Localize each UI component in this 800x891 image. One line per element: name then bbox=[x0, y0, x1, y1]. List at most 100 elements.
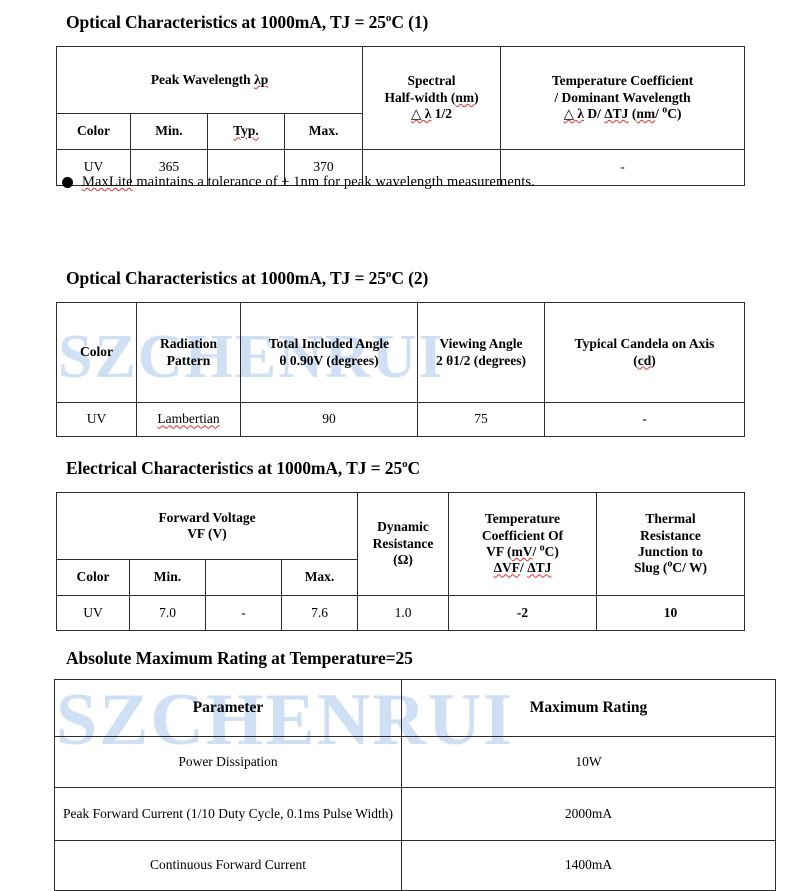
header-forward-voltage-line2: VF (V) bbox=[187, 526, 227, 541]
header-thermal-resistance: Thermal Resistance Junction to Slug (oC/… bbox=[596, 492, 745, 596]
header-tempcoef-delta-lambda: △ λ bbox=[563, 106, 584, 122]
cell-min: 7.0 bbox=[129, 595, 206, 631]
optical-characteristics-2-table: Color Radiation Pattern Total Included A… bbox=[56, 302, 745, 437]
header-candela-line1: Typical Candela on Axis bbox=[574, 336, 715, 352]
section-absolute-maximum-rating: Absolute Maximum Rating at Temperature=2… bbox=[66, 648, 413, 669]
cell-radiation-pattern: Lambertian bbox=[136, 402, 241, 437]
section-optical-characteristics-2: Optical Characteristics at 1000mA, TJ = … bbox=[66, 268, 428, 289]
electrical-characteristics-table: Forward Voltage VF (V) Dynamic Resistanc… bbox=[56, 492, 745, 631]
header-tempcoef-line4: ΔVF/ ΔTJ bbox=[452, 560, 593, 576]
header-spectral-line2: Half-width (nm) bbox=[384, 89, 479, 105]
header-total-included-angle: Total Included Angle θ 0.90V (degrees) bbox=[240, 302, 418, 403]
table-row-header: Parameter Maximum Rating bbox=[54, 679, 776, 737]
header-thermal-slug: Slug ( bbox=[633, 560, 668, 576]
header-dynamic-line1: Dynamic bbox=[377, 519, 429, 535]
section-optical-characteristics-1: Optical Characteristics at 1000mA, TJ = … bbox=[66, 12, 428, 33]
cell-color: UV bbox=[56, 402, 137, 437]
header-viewing-angle-line1: Viewing Angle bbox=[439, 336, 523, 352]
header-tempcoef-slash: / bbox=[532, 544, 540, 559]
header-tempcoef-c: C) bbox=[667, 106, 682, 122]
cell-parameter: Continuous Forward Current bbox=[54, 840, 402, 891]
header-parameter: Parameter bbox=[54, 679, 402, 737]
cell-thermal-resistance: 10 bbox=[596, 595, 745, 631]
header-peak-wavelength: Peak Wavelength λp bbox=[55, 46, 364, 114]
cell-tempcoef: - bbox=[500, 149, 746, 186]
bullet-icon bbox=[62, 177, 73, 188]
table-row: UV Lambertian 90 75 - bbox=[56, 402, 745, 437]
header-tempcoef-line2: / Dominant Wavelength bbox=[554, 89, 691, 105]
header-forward-voltage: Forward Voltage VF (V) bbox=[56, 492, 358, 560]
section-title-optical-1: Optical Characteristics at 1000mA, TJ = … bbox=[66, 12, 428, 33]
table-row: Power Dissipation 10W bbox=[54, 736, 776, 788]
section-title-optical-1-tail: C (1) bbox=[391, 12, 429, 32]
header-typ-label: Typ. bbox=[233, 123, 259, 139]
header-tempcoef-line2: Coefficient Of bbox=[481, 527, 564, 543]
section-title-absmax: Absolute Maximum Rating at Temperature=2… bbox=[66, 648, 413, 668]
header-color: Color bbox=[56, 559, 130, 596]
absolute-maximum-rating-table: Parameter Maximum Rating Power Dissipati… bbox=[54, 679, 776, 891]
header-spectral-line3: △ λ 1/2 bbox=[366, 106, 497, 122]
table-row: Continuous Forward Current 1400mA bbox=[54, 840, 776, 891]
header-color: Color bbox=[56, 113, 131, 150]
header-candela-line2: (cd) bbox=[633, 352, 656, 368]
header-dynamic-line2: Resistance bbox=[372, 535, 434, 551]
section-title-optical-2-text: Optical Characteristics at 1000mA, TJ = … bbox=[66, 268, 386, 288]
header-temperature-coefficient-vf: Temperature Coefficient Of VF (mV/ oC) Δ… bbox=[448, 492, 597, 596]
section-electrical-characteristics: Electrical Characteristics at 1000mA, TJ… bbox=[66, 458, 420, 479]
section-title-optical-1-text: Optical Characteristics at 1000mA, TJ = … bbox=[66, 12, 386, 32]
header-max: Max. bbox=[281, 559, 358, 596]
header-typ: Typ. bbox=[207, 113, 285, 150]
table-row: Peak Forward Current (1/10 Duty Cycle, 0… bbox=[54, 787, 776, 841]
section-title-optical-2: Optical Characteristics at 1000mA, TJ = … bbox=[66, 268, 428, 289]
header-dynamic-resistance: Dynamic Resistance (Ω) bbox=[357, 492, 449, 596]
header-peak-wavelength-label: Peak Wavelength bbox=[150, 71, 255, 87]
header-tempcoef-dtj: ΔTJ bbox=[604, 106, 629, 122]
header-viewing-angle-line2: 2 θ1/2 (degrees) bbox=[435, 352, 527, 368]
header-tempcoef-line1: Temperature bbox=[485, 511, 560, 527]
table-row-header-group: Forward Voltage VF (V) Dynamic Resistanc… bbox=[56, 492, 745, 596]
table-wrap-optical-2: Color Radiation Pattern Total Included A… bbox=[56, 302, 745, 437]
header-min: Min. bbox=[130, 113, 208, 150]
cell-rating: 1400mA bbox=[401, 840, 776, 891]
cell-viewing-angle: 75 bbox=[417, 402, 545, 437]
header-max: Max. bbox=[283, 113, 364, 150]
header-tempcoef-line3: △ λ D/ ΔTJ (nm/ oC) bbox=[504, 105, 741, 122]
cell-temperature-coefficient: -2 bbox=[448, 595, 597, 631]
header-peak-wavelength-symbol: λp bbox=[254, 71, 269, 87]
cell-dynamic-resistance: 1.0 bbox=[357, 595, 449, 631]
header-forward-voltage-line1: Forward Voltage bbox=[158, 509, 256, 525]
header-tempcoef-delta-vf: ΔVF bbox=[493, 560, 521, 576]
header-temperature-coefficient: Temperature Coefficient / Dominant Wavel… bbox=[500, 46, 746, 150]
table-wrap-optical-1: Peak Wavelength λp Spectral Half-width (… bbox=[55, 46, 746, 186]
header-tempcoef-line1: Temperature Coefficient bbox=[551, 73, 694, 89]
cell-max: 7.6 bbox=[281, 595, 358, 631]
table-wrap-electrical: Forward Voltage VF (V) Dynamic Resistanc… bbox=[56, 492, 745, 631]
note-tolerance: MaxLite maintains a tolerance of ± 1nm f… bbox=[62, 174, 535, 191]
header-tempcoef-line3: VF (mV/ oC) bbox=[452, 543, 593, 560]
header-typ bbox=[205, 559, 282, 596]
header-thermal-line2: Resistance bbox=[640, 527, 701, 543]
cell-radiation-pattern-text: Lambertian bbox=[157, 411, 220, 427]
header-maximum-rating: Maximum Rating bbox=[401, 679, 776, 737]
cell-rating: 2000mA bbox=[401, 787, 776, 841]
section-title-optical-2-tail: C (2) bbox=[391, 268, 429, 288]
header-total-angle-line2: θ 0.90V (degrees) bbox=[279, 352, 379, 368]
header-tempcoef-d: D/ bbox=[583, 106, 605, 122]
cell-candela: - bbox=[544, 402, 745, 437]
table-row-header-group: Peak Wavelength λp Spectral Half-width (… bbox=[55, 46, 746, 150]
header-tempcoef-c: C) bbox=[544, 544, 559, 559]
header-tempcoef-vf: VF ( bbox=[486, 544, 512, 559]
section-title-electrical-tail: C bbox=[407, 458, 421, 478]
section-title-electrical: Electrical Characteristics at 1000mA, TJ… bbox=[66, 458, 420, 479]
header-viewing-angle: Viewing Angle 2 θ1/2 (degrees) bbox=[417, 302, 545, 403]
header-min: Min. bbox=[129, 559, 206, 596]
header-typical-candela: Typical Candela on Axis (cd) bbox=[544, 302, 745, 403]
header-thermal-units: C/ W) bbox=[672, 560, 708, 576]
table-row: UV 7.0 - 7.6 1.0 -2 10 bbox=[56, 595, 745, 631]
header-tempcoef-delta-tj: ΔTJ bbox=[527, 560, 552, 576]
cell-typ: - bbox=[205, 595, 282, 631]
cell-color: UV bbox=[56, 595, 130, 631]
table-row-header: Color Radiation Pattern Total Included A… bbox=[56, 302, 745, 403]
datasheet-page: SZCHENRUI SZCHENRUI Optical Characterist… bbox=[0, 0, 800, 891]
header-tempcoef-nm: nm bbox=[636, 106, 656, 122]
